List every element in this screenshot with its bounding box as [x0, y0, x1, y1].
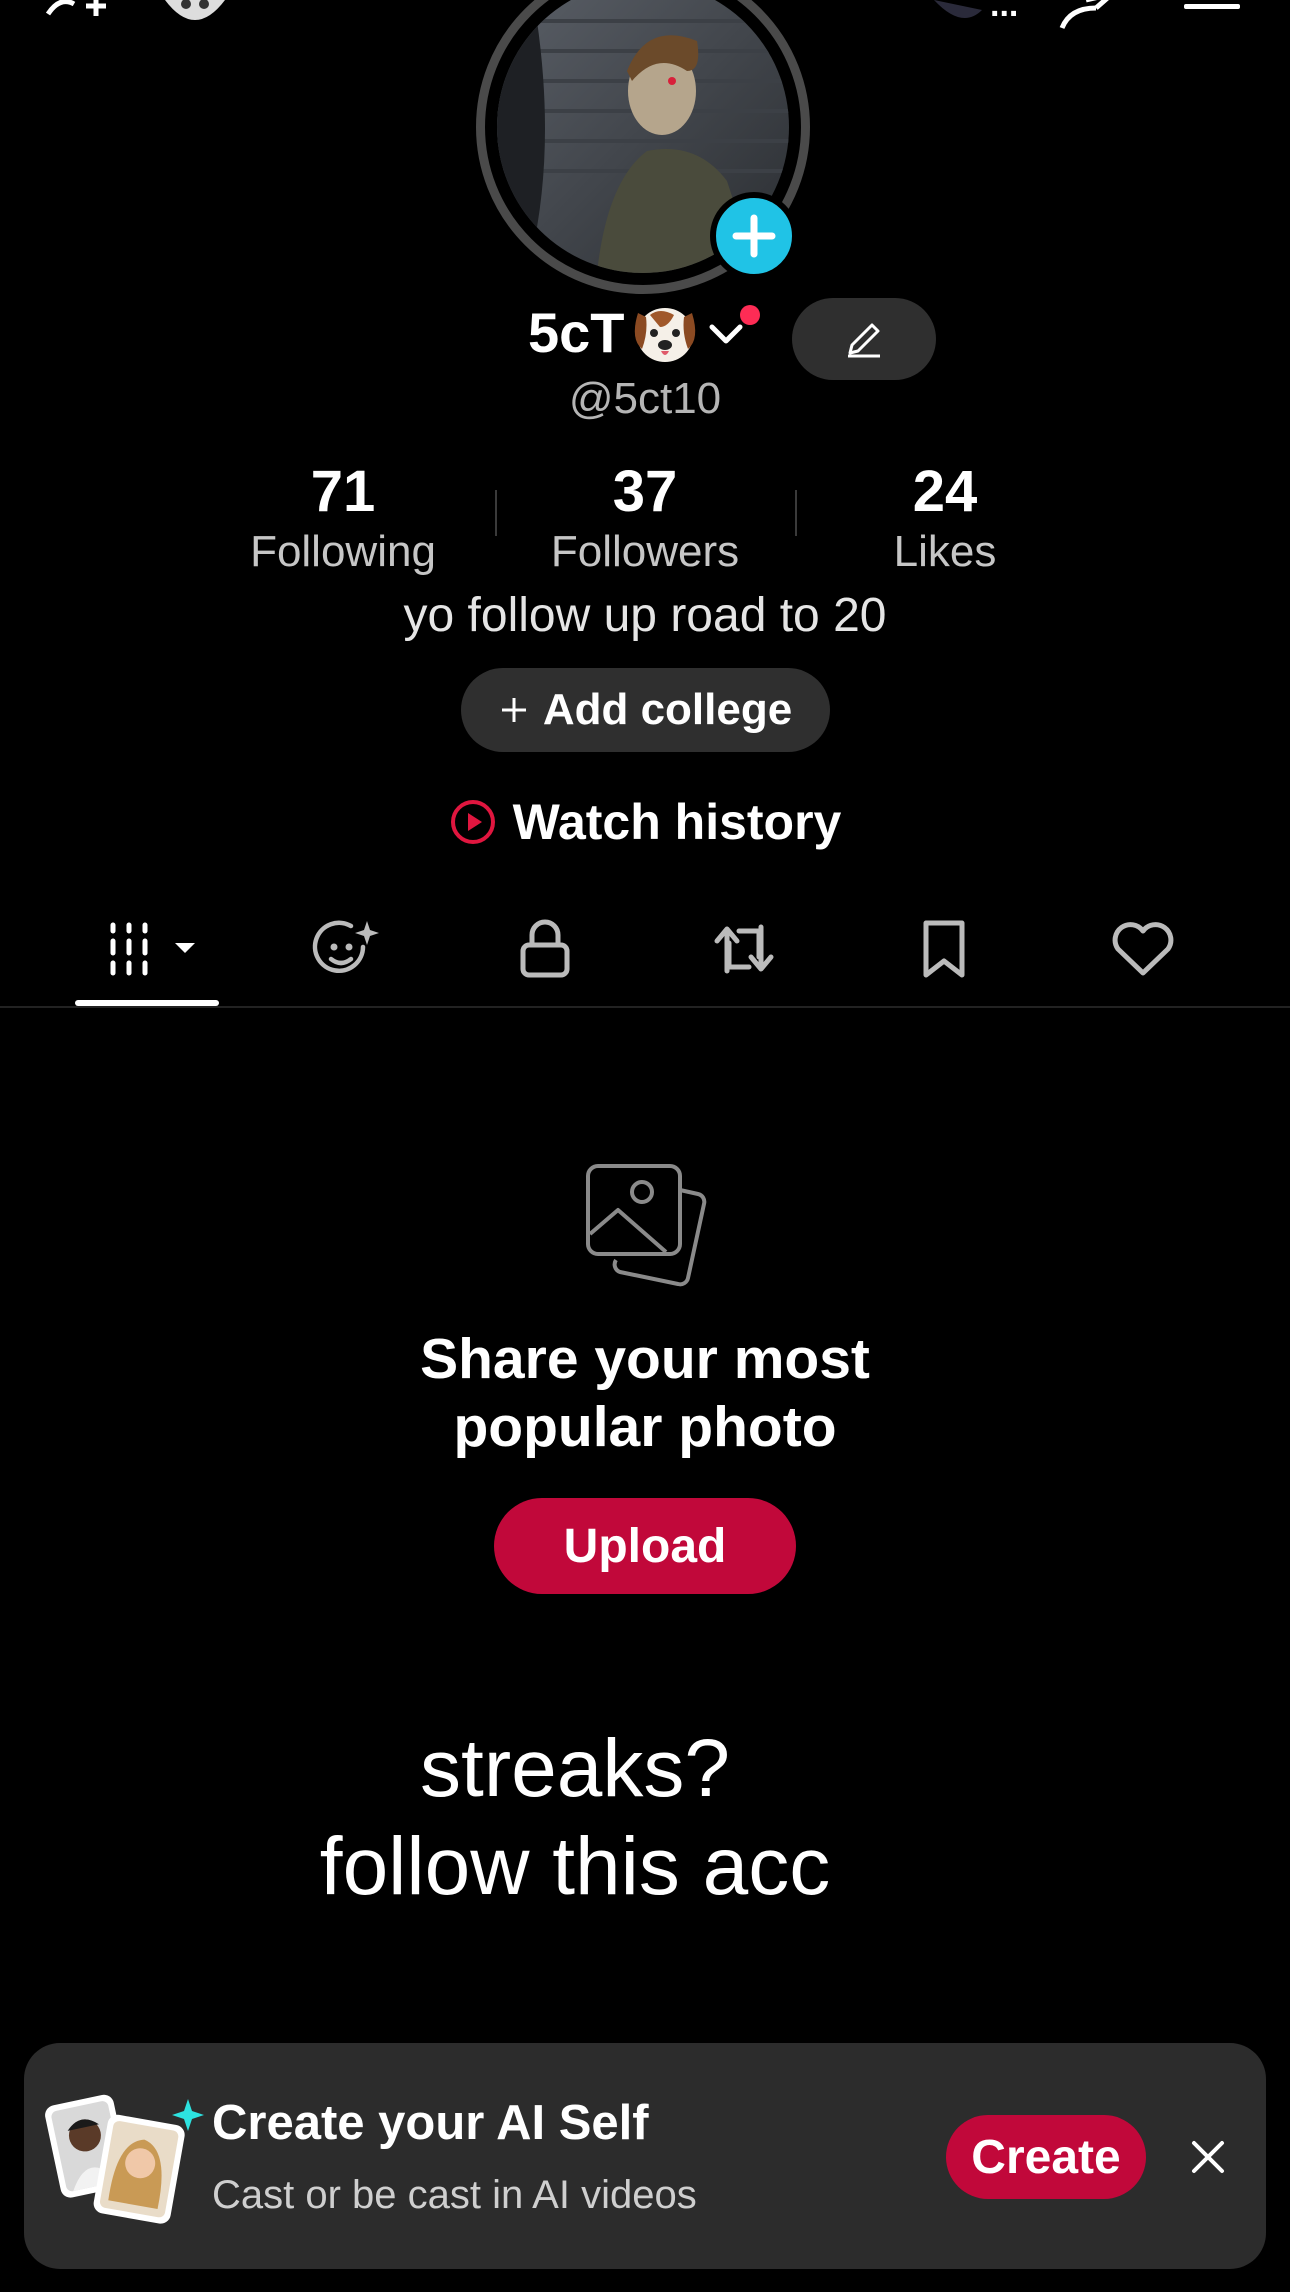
share-profile-icon[interactable] [1056, 0, 1126, 30]
bio-text: yo follow up road to 20 [403, 589, 887, 642]
stat-following[interactable]: 71 Following [213, 458, 473, 578]
add-college-button[interactable]: Add college [461, 668, 830, 752]
edit-profile-button[interactable] [792, 298, 936, 380]
lock-icon [520, 919, 570, 978]
add-friend-icon[interactable] [40, 0, 120, 30]
add-college-label: Add college [542, 685, 793, 734]
stat-divider [495, 490, 497, 536]
close-icon[interactable] [1188, 2137, 1228, 2182]
stat-followers[interactable]: 37 Followers [515, 458, 775, 578]
menu-icon[interactable] [1180, 0, 1244, 30]
watch-history-label: Watch history [512, 794, 842, 850]
pencil-icon [848, 323, 880, 358]
stat-label: Likes [893, 527, 997, 576]
grid-icon [110, 922, 195, 976]
banner-title: Create your AI Self [212, 2096, 649, 2150]
overlay-text: streaks? follow this acc [0, 1720, 1150, 1916]
add-story-button[interactable] [710, 192, 798, 280]
banner-subtitle: Cast or be cast in AI videos [212, 2173, 697, 2217]
tab-liked[interactable] [1078, 906, 1208, 992]
stat-value: 37 [612, 459, 678, 524]
empty-title-line1: Share your most [420, 1327, 870, 1391]
divider [0, 1006, 1290, 1008]
stat-label: Followers [550, 527, 740, 576]
creator-tools-icon[interactable]: ... [932, 0, 1026, 30]
overlay-line2: follow this acc [319, 1821, 831, 1912]
ai-self-banner[interactable]: Create your AI Self Cast or be cast in A… [24, 2043, 1266, 2269]
bookmark-icon [923, 920, 965, 978]
ai-portraits-icon [38, 2085, 208, 2230]
more-indicator: ... [990, 0, 1019, 24]
tab-private[interactable] [480, 906, 610, 992]
create-button[interactable]: Create [946, 2115, 1146, 2199]
tab-ai-self[interactable] [282, 906, 412, 992]
chevron-down-icon[interactable] [708, 322, 744, 351]
notification-dot [740, 305, 760, 325]
tab-reposts[interactable] [679, 906, 809, 992]
empty-state-title: Share your most popular photo [0, 1325, 1290, 1461]
dog-face-icon [630, 303, 700, 370]
heart-icon [1112, 922, 1174, 976]
overlay-line1: streaks? [420, 1723, 730, 1814]
stat-divider [795, 490, 797, 536]
soccer-ball-icon[interactable] [160, 0, 230, 30]
photos-icon [580, 1160, 710, 1295]
play-circle-icon [450, 800, 495, 844]
stat-likes[interactable]: 24 Likes [815, 458, 1075, 578]
plus-icon [732, 214, 776, 258]
stat-value: 24 [912, 459, 978, 524]
empty-title-line2: popular photo [453, 1395, 837, 1459]
stat-label: Following [250, 527, 436, 576]
tab-videos[interactable] [82, 906, 212, 992]
username: @5ct10 [568, 374, 722, 423]
upload-button[interactable]: Upload [494, 1498, 796, 1594]
plus-icon [501, 698, 526, 722]
ai-face-icon [312, 920, 379, 974]
watch-history-link[interactable]: Watch history [0, 790, 1290, 854]
repost-icon [714, 924, 774, 974]
display-name: 5cT [528, 301, 625, 364]
tab-favorites[interactable] [879, 906, 1009, 992]
stat-value: 71 [310, 459, 376, 524]
